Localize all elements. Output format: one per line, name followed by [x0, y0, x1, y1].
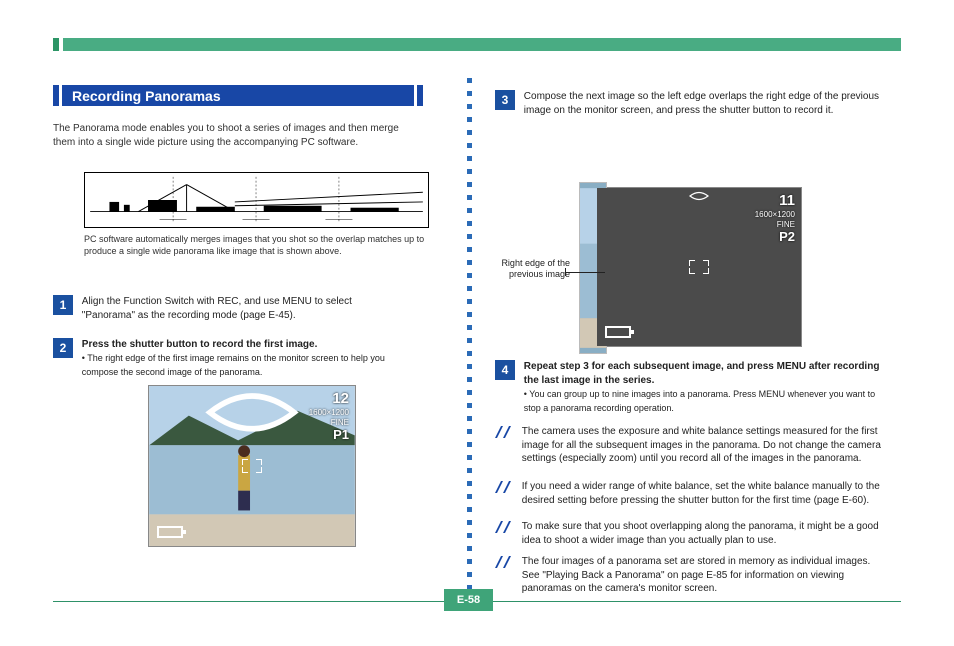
- note-3: To make sure that you shoot overlapping …: [495, 520, 900, 547]
- step-number: 2: [53, 338, 73, 358]
- step-4: 4 Repeat step 3 for each subsequent imag…: [495, 360, 900, 416]
- section-header: Recording Panoramas: [53, 85, 423, 106]
- step-text: Align the Function Switch with REC, and …: [82, 295, 402, 323]
- focus-mark-icon: [242, 459, 262, 473]
- resolution-label: 1600×1200: [309, 408, 349, 418]
- step-text: Press the shutter button to record the f…: [82, 339, 318, 350]
- camera-preview-p2: 11 1600×1200 FINE P2: [596, 187, 802, 347]
- camera-preview-p1: 12 1600×1200 FINE P1: [148, 385, 356, 547]
- focus-mark-icon: [689, 260, 709, 274]
- step-number: 4: [495, 360, 515, 380]
- step-number: 1: [53, 295, 73, 315]
- note-text: The four images of a panorama set are st…: [516, 555, 884, 596]
- callout-label: Right edge of the previous image: [500, 258, 570, 280]
- step-text: Compose the next image so the left edge …: [524, 90, 884, 118]
- page-number: E-58: [444, 589, 493, 611]
- panorama-illustration: [84, 172, 429, 228]
- shots-remaining: 11: [755, 192, 795, 210]
- step-subnote: The right edge of the first image remain…: [82, 353, 385, 377]
- quality-label: FINE: [309, 418, 349, 428]
- note-icon: [495, 520, 513, 537]
- section-intro: The Panorama mode enables you to shoot a…: [53, 122, 423, 150]
- panorama-caption: PC software automatically merges images …: [84, 234, 429, 257]
- step-subnote: You can group up to nine images into a p…: [524, 389, 875, 413]
- step-1: 1 Align the Function Switch with REC, an…: [53, 295, 423, 323]
- note-2: If you need a wider range of white balan…: [495, 480, 900, 507]
- note-text: To make sure that you shoot overlapping …: [516, 520, 884, 547]
- note-icon: [495, 555, 513, 572]
- step-text: Repeat step 3 for each subsequent image,…: [524, 361, 880, 386]
- preview-overlay: 11 1600×1200 FINE P2: [755, 192, 795, 245]
- note-1: The camera uses the exposure and white b…: [495, 425, 900, 466]
- note-icon: [495, 480, 513, 497]
- panorama-mode-icon: [688, 191, 710, 204]
- shots-remaining: 12: [309, 390, 349, 408]
- callout-leader-line: [565, 272, 605, 273]
- page-header-bar: [53, 38, 901, 51]
- panorama-mode-icon: [201, 389, 304, 436]
- preview-overlay: 12 1600×1200 FINE P1: [309, 390, 349, 443]
- note-text: If you need a wider range of white balan…: [516, 480, 884, 507]
- step-3: 3 Compose the next image so the left edg…: [495, 90, 900, 118]
- note-icon: [495, 425, 513, 442]
- note-4: The four images of a panorama set are st…: [495, 555, 900, 596]
- step-number: 3: [495, 90, 515, 110]
- panorama-index: P1: [309, 427, 349, 443]
- note-text: The camera uses the exposure and white b…: [516, 425, 884, 466]
- quality-label: FINE: [755, 220, 795, 230]
- battery-icon: [157, 526, 183, 538]
- resolution-label: 1600×1200: [755, 210, 795, 220]
- section-title: Recording Panoramas: [62, 85, 414, 106]
- panorama-index: P2: [755, 229, 795, 245]
- step-2: 2 Press the shutter button to record the…: [53, 338, 423, 380]
- battery-icon: [605, 326, 631, 338]
